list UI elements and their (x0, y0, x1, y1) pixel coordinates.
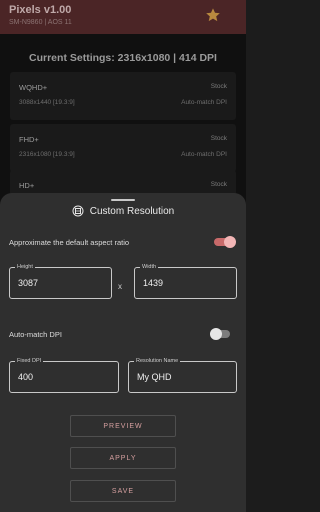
height-input[interactable]: 3087 (18, 278, 38, 288)
custom-resolution-sheet: Custom Resolution Approximate the defaul… (0, 193, 246, 512)
height-label: Height (15, 264, 35, 270)
resolution-name-input[interactable]: My QHD (137, 372, 172, 382)
app-title: Pixels v1.00 (9, 4, 72, 16)
auto-dpi-label: Auto-match DPI (9, 330, 62, 339)
dimension-separator: x (118, 282, 122, 291)
width-label: Width (140, 264, 159, 270)
preset-name: HD+ (19, 181, 35, 190)
preset-dpi-status: Stock (210, 83, 227, 90)
save-button[interactable]: SAVE (70, 480, 176, 502)
resolution-icon (72, 205, 84, 217)
sheet-title: Custom Resolution (89, 205, 175, 217)
height-field[interactable]: Height 3087 (9, 264, 112, 299)
current-settings: Current Settings: 2316x1080 | 414 DPI (29, 52, 217, 64)
resolution-name-label: Resolution Name (134, 358, 181, 364)
drag-handle[interactable] (111, 199, 135, 201)
sheet-header: Custom Resolution (0, 205, 246, 217)
width-field[interactable]: Width 1439 (134, 264, 237, 299)
preset-dpi-status: Stock (210, 135, 227, 142)
preset-dpi-mode: Auto-match DPI (181, 151, 227, 158)
preset-card-fhd[interactable]: FHD+ 2316x1080 [19.3:9] Stock Auto-match… (10, 124, 236, 172)
fixed-dpi-input[interactable]: 400 (18, 372, 33, 382)
device-info: SM-N9860 | AOS 11 (9, 19, 72, 26)
preset-resolution: 2316x1080 [19.3:9] (19, 151, 75, 158)
preview-button[interactable]: PREVIEW (70, 415, 176, 437)
preset-dpi-mode: Auto-match DPI (181, 99, 227, 106)
preset-dpi-status: Stock (210, 181, 227, 188)
preset-name: WQHD+ (19, 83, 48, 92)
apply-button[interactable]: APPLY (70, 447, 176, 469)
fixed-dpi-field[interactable]: Fixed DPI 400 (9, 358, 119, 393)
approx-aspect-toggle[interactable] (214, 236, 236, 248)
auto-dpi-toggle[interactable] (210, 328, 232, 340)
star-icon[interactable] (205, 7, 221, 23)
fixed-dpi-label: Fixed DPI (15, 358, 44, 364)
preset-resolution: 3088x1440 [19.3:9] (19, 99, 75, 106)
toggle-thumb (210, 328, 222, 340)
resolution-name-field[interactable]: Resolution Name My QHD (128, 358, 237, 393)
toggle-thumb (224, 236, 236, 248)
approx-aspect-label: Approximate the default aspect ratio (9, 238, 130, 247)
app-bar: Pixels v1.00 SM-N9860 | AOS 11 (0, 0, 246, 34)
preset-card-wqhd[interactable]: WQHD+ 3088x1440 [19.3:9] Stock Auto-matc… (10, 72, 236, 120)
preset-name: FHD+ (19, 135, 39, 144)
width-input[interactable]: 1439 (143, 278, 163, 288)
